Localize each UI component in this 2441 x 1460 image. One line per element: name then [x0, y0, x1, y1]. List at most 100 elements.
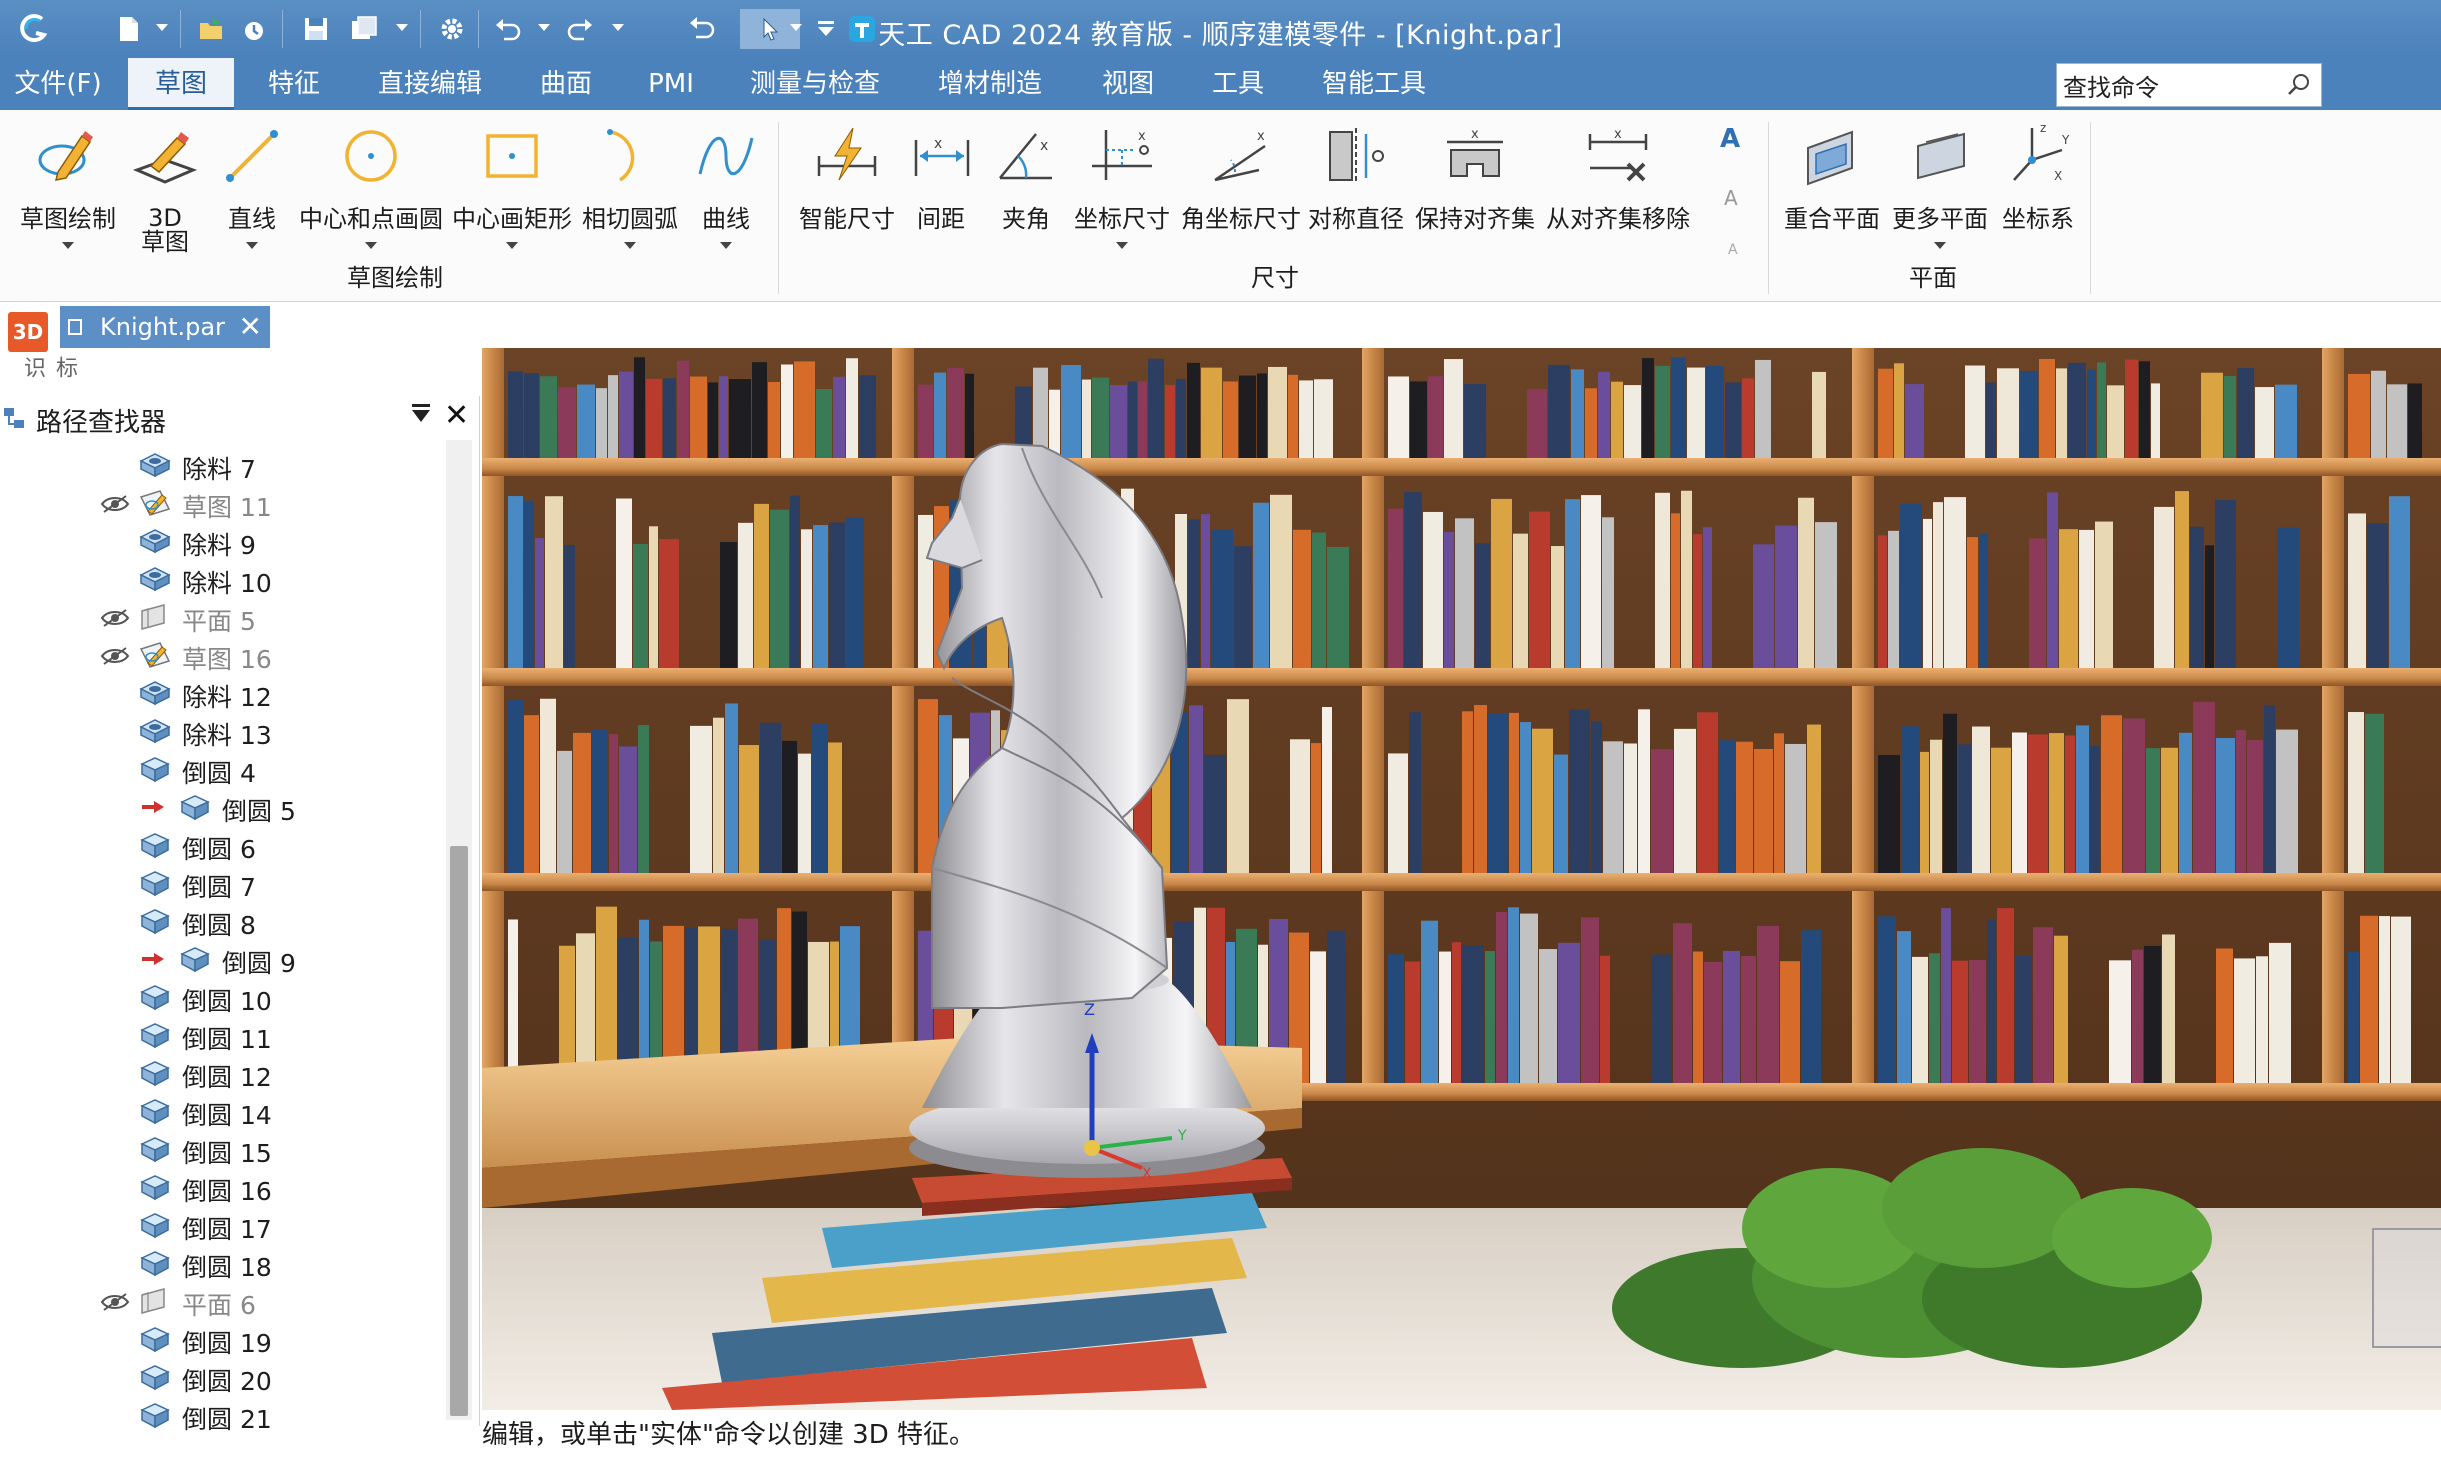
text-size-medium-icon[interactable]: A: [1724, 186, 1738, 210]
menu-additive-manufacturing[interactable]: 增材制造: [928, 58, 1052, 110]
tree-row-label: 倒圆 19: [182, 1329, 272, 1358]
tree-scrollbar[interactable]: [446, 440, 472, 1420]
search-icon[interactable]: [2285, 71, 2313, 99]
menu-pmi[interactable]: PMI: [636, 58, 706, 110]
hidden-eye-icon[interactable]: [100, 1292, 130, 1312]
coordinate-system-button[interactable]: z Y X 坐标系: [1996, 120, 2080, 232]
document-tab-knight[interactable]: Knight.par ✕: [60, 306, 270, 348]
tree-row[interactable]: 除料 10: [0, 560, 440, 598]
book-spine: [1757, 925, 1779, 1083]
circle-dropdown-icon[interactable]: [365, 242, 377, 249]
tree-row[interactable]: 倒圆 7: [0, 864, 440, 902]
book-spine: [812, 723, 827, 873]
tree-row[interactable]: 倒圆 10: [0, 978, 440, 1016]
left-strip-label[interactable]: 标识: [16, 356, 80, 398]
angular-coordinate-dimension-button[interactable]: x 角坐标尺寸: [1178, 120, 1304, 232]
tree-row[interactable]: 草图 11: [0, 484, 440, 522]
text-size-small-icon[interactable]: A: [1728, 242, 1738, 258]
tree-row[interactable]: 倒圆 8: [0, 902, 440, 940]
tree-row-label: 倒圆 10: [182, 987, 272, 1016]
tree-row[interactable]: 除料 12: [0, 674, 440, 712]
tree-row[interactable]: 倒圆 17: [0, 1206, 440, 1244]
3d-viewport[interactable]: Z Y X: [482, 348, 2441, 1410]
tree-row[interactable]: 草图 16: [0, 636, 440, 674]
view-cube[interactable]: [2372, 1228, 2441, 1348]
sketch-3d-button[interactable]: 3D 草图: [128, 120, 202, 254]
book-spine: [1991, 747, 2011, 873]
sketch-draw-button[interactable]: 草图绘制: [18, 120, 118, 249]
rectangle-center-button[interactable]: 中心画矩形: [450, 120, 574, 249]
book-spine: [2205, 545, 2214, 668]
book-spine: [1693, 534, 1702, 668]
text-size-large-icon[interactable]: A: [1720, 124, 1740, 154]
line-button[interactable]: 直线: [212, 120, 292, 249]
tree-row[interactable]: 倒圆 12: [0, 1054, 440, 1092]
menu-view[interactable]: 视图: [1090, 58, 1166, 110]
hidden-eye-icon[interactable]: [100, 494, 130, 514]
menu-measure-inspect[interactable]: 测量与检查: [740, 58, 890, 110]
symmetric-diameter-button[interactable]: 对称直径: [1306, 120, 1406, 232]
tree-row[interactable]: 倒圆 4: [0, 750, 440, 788]
coincident-plane-button[interactable]: 重合平面: [1782, 120, 1882, 232]
circle-center-point-button[interactable]: 中心和点画圆: [296, 120, 446, 249]
menu-tools[interactable]: 工具: [1200, 58, 1276, 110]
menu-feature[interactable]: 特征: [254, 58, 334, 110]
menu-file[interactable]: 文件(F): [6, 58, 110, 110]
command-search-box[interactable]: [2056, 63, 2322, 107]
curve-dropdown-icon[interactable]: [720, 242, 732, 249]
menu-surface[interactable]: 曲面: [526, 58, 606, 110]
hidden-eye-icon[interactable]: [100, 646, 130, 666]
coordinate-dimension-button[interactable]: x 坐标尺寸: [1072, 120, 1172, 249]
angle-between-button[interactable]: x 夹角: [990, 120, 1062, 232]
tree-row[interactable]: 平面 5: [0, 598, 440, 636]
tree-row[interactable]: 倒圆 14: [0, 1092, 440, 1130]
remove-from-align-set-button[interactable]: x 从对齐集移除: [1542, 120, 1694, 232]
tree-row[interactable]: 除料 13: [0, 712, 440, 750]
book-spine: [1719, 740, 1735, 873]
tree-row[interactable]: 除料 7: [0, 446, 440, 484]
hidden-eye-icon[interactable]: [100, 608, 130, 628]
sketch-draw-dropdown-icon[interactable]: [62, 242, 74, 249]
panel-close-icon[interactable]: ✕: [444, 398, 469, 433]
tangent-arc-button[interactable]: 相切圆弧: [580, 120, 680, 249]
tree-row[interactable]: 倒圆 5: [0, 788, 440, 826]
menu-smart-tools[interactable]: 智能工具: [1312, 58, 1436, 110]
book-spine: [1965, 365, 1985, 458]
more-planes-button[interactable]: 更多平面: [1890, 120, 1990, 249]
tree-scrollbar-thumb[interactable]: [450, 846, 468, 1416]
keep-align-set-button[interactable]: x 保持对齐集: [1412, 120, 1538, 232]
svg-text:x: x: [934, 136, 942, 152]
more-planes-dropdown-icon[interactable]: [1934, 242, 1946, 249]
tree-row[interactable]: 平面 6: [0, 1282, 440, 1320]
rectangle-dropdown-icon[interactable]: [506, 242, 518, 249]
menu-sketch[interactable]: 草图: [128, 58, 234, 110]
tree-row[interactable]: 倒圆 20: [0, 1358, 440, 1396]
smart-dimension-button[interactable]: 智能尺寸: [792, 120, 902, 232]
book-spine: [2216, 738, 2235, 873]
tree-row[interactable]: 倒圆 19: [0, 1320, 440, 1358]
tree-row[interactable]: 倒圆 16: [0, 1168, 440, 1206]
close-tab-icon[interactable]: ✕: [239, 306, 262, 348]
tree-row[interactable]: 倒圆 15: [0, 1130, 440, 1168]
panel-pin-icon[interactable]: [412, 404, 430, 422]
smart-dimension-label: 智能尺寸: [799, 205, 895, 233]
curve-button[interactable]: 曲线: [688, 120, 764, 249]
book-spine: [1929, 953, 1940, 1083]
menu-direct-edit[interactable]: 直接编辑: [368, 58, 492, 110]
arc-dropdown-icon[interactable]: [624, 242, 636, 249]
book-spine: [634, 357, 645, 458]
tree-row[interactable]: 倒圆 6: [0, 826, 440, 864]
tree-row-label: 除料 7: [182, 455, 256, 484]
cutout-feature-icon: [138, 677, 172, 709]
command-search-input[interactable]: [2063, 64, 2273, 106]
tree-row[interactable]: 倒圆 11: [0, 1016, 440, 1054]
distance-between-button[interactable]: x 间距: [906, 120, 976, 232]
tree-row[interactable]: 除料 9: [0, 522, 440, 560]
3d-badge-tab[interactable]: 3D: [8, 312, 48, 352]
line-dropdown-icon[interactable]: [246, 242, 258, 249]
coordinate-dimension-dropdown-icon[interactable]: [1116, 242, 1128, 249]
tree-row[interactable]: 倒圆 18: [0, 1244, 440, 1282]
tree-row[interactable]: 倒圆 9: [0, 940, 440, 978]
tree-row[interactable]: 倒圆 21: [0, 1396, 440, 1434]
text-size-column: A A A: [1718, 124, 1754, 274]
